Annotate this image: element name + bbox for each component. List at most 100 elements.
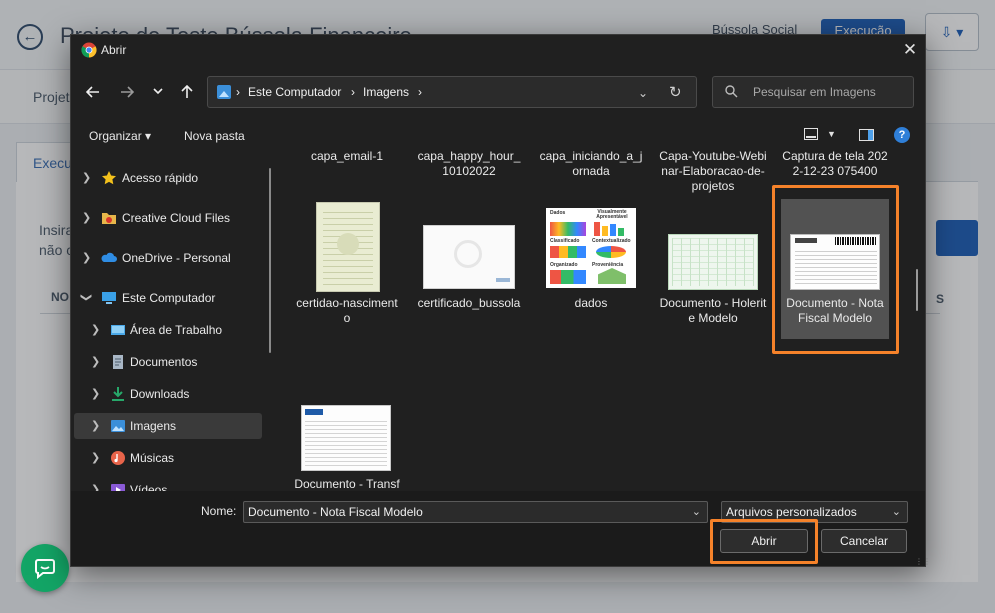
sidebar-item-creative-cloud[interactable]: ❯ Creative Cloud Files <box>74 205 262 231</box>
chat-launcher-button[interactable] <box>21 544 69 592</box>
address-history-chevron-icon[interactable]: ⌄ <box>638 86 648 100</box>
file-item-certificado[interactable]: certificado_bussola <box>415 199 523 349</box>
dados-thumb-label: Visualmente Apresentável <box>596 209 628 220</box>
sidebar-item-label: Acesso rápido <box>122 171 199 185</box>
file-list-scrollbar[interactable] <box>916 269 918 311</box>
chevron-right-icon[interactable]: ❯ <box>91 451 100 464</box>
dialog-title: Abrir <box>101 43 127 57</box>
sidebar-item-label: Creative Cloud Files <box>122 211 231 225</box>
sidebar-item-imagens[interactable]: ❯ Imagens <box>74 413 262 439</box>
view-mode-icon[interactable] <box>804 128 818 140</box>
file-item[interactable]: capa_email-1 <box>293 151 401 201</box>
organize-label: Organizar <box>89 129 142 143</box>
open-file-dialog: Abrir ✕ › Este Computador › Imagens › ⌄ … <box>70 34 931 567</box>
file-type-select[interactable]: Arquivos personalizados ⌄ <box>721 501 908 523</box>
command-bar: Organizar ▾ Nova pasta ▼ ? <box>71 121 925 151</box>
file-name: Capa-Youtube-Webinar-Elaboracao-de-proje… <box>659 151 767 193</box>
file-name: capa_email-1 <box>310 151 384 163</box>
star-icon <box>102 171 116 185</box>
file-item-dados[interactable]: Dados Visualmente Apresentável Classific… <box>537 199 645 349</box>
sidebar-item-acesso-rapido[interactable]: ❯ Acesso rápido <box>74 165 262 191</box>
chevron-right-icon[interactable]: ❯ <box>91 419 100 432</box>
pictures-icon <box>217 85 231 99</box>
nav-scrollbar[interactable] <box>269 168 271 353</box>
file-name: capa_happy_hour_10102022 <box>417 151 521 178</box>
sidebar-item-label: Este Computador <box>122 291 216 305</box>
forward-arrow-icon[interactable] <box>114 79 140 105</box>
close-icon[interactable]: ✕ <box>895 38 925 62</box>
music-icon <box>111 451 125 465</box>
file-item[interactable]: capa_happy_hour_10102022 <box>415 151 523 201</box>
transferencia-thumbnail <box>301 405 391 471</box>
navigation-pane: ❯ Acesso rápido ❯ Creative Cloud Files ❯… <box>71 151 274 491</box>
sidebar-item-este-computador[interactable]: ❯ Este Computador <box>74 285 262 311</box>
file-item-certidao[interactable]: certidao-nascimento <box>293 199 401 349</box>
dialog-titlebar: Abrir ✕ <box>71 35 925 65</box>
sidebar-item-onedrive[interactable]: ❯ OneDrive - Personal <box>74 245 262 271</box>
sidebar-item-label: Área de Trabalho <box>130 323 223 337</box>
sidebar-item-documentos[interactable]: ❯ Documentos <box>74 349 262 375</box>
chat-icon <box>35 559 55 579</box>
file-item[interactable]: capa_iniciando_a_jornada <box>537 151 645 201</box>
sidebar-item-musicas[interactable]: ❯ Músicas <box>74 445 262 471</box>
search-icon <box>725 85 738 98</box>
chevron-down-icon[interactable]: ❯ <box>80 293 93 302</box>
preview-pane-icon[interactable] <box>859 129 874 141</box>
sidebar-item-label: Músicas <box>130 451 175 465</box>
file-name-label: Nome: <box>201 504 237 518</box>
recent-locations-chevron-icon[interactable] <box>145 79 171 105</box>
file-name: Documento - Nota Fiscal Modelo <box>786 296 884 325</box>
chevron-right-icon[interactable]: ❯ <box>82 251 91 264</box>
computer-icon <box>102 292 116 304</box>
file-name: certidao-nascimento <box>296 296 398 325</box>
new-folder-button[interactable]: Nova pasta <box>184 129 245 143</box>
file-name-combobox[interactable]: ⌄ <box>243 501 708 523</box>
file-name: certificado_bussola <box>417 296 521 310</box>
chevron-right-icon[interactable]: ❯ <box>91 355 100 368</box>
sidebar-item-label: Documentos <box>130 355 198 369</box>
certificado-thumbnail <box>423 225 515 289</box>
breadcrumb-imagens[interactable]: Imagens <box>363 85 409 99</box>
address-bar[interactable]: › Este Computador › Imagens › ⌄ ↻ <box>207 76 697 108</box>
sidebar-item-downloads[interactable]: ❯ Downloads <box>74 381 262 407</box>
open-button[interactable]: Abrir <box>720 529 808 553</box>
dados-thumb-label: Classificado <box>550 238 580 244</box>
organize-menu[interactable]: Organizar ▾ <box>89 129 151 143</box>
chevron-right-icon[interactable]: ❯ <box>82 211 91 224</box>
chevron-down-icon[interactable]: ⌄ <box>692 505 701 518</box>
search-box[interactable] <box>712 76 914 108</box>
creative-cloud-folder-icon <box>102 213 116 224</box>
dados-thumb-label: Proveniência <box>592 262 624 268</box>
file-item-nota-fiscal[interactable]: Documento - Nota Fiscal Modelo <box>781 199 889 339</box>
file-item[interactable]: Capa-Youtube-Webinar-Elaboracao-de-proje… <box>659 151 767 201</box>
help-icon[interactable]: ? <box>894 127 910 143</box>
sidebar-item-label: Vídeos <box>130 483 168 491</box>
download-icon <box>112 387 124 401</box>
file-item-holerite[interactable]: Documento - Holerite Modelo <box>659 199 767 349</box>
file-name: Documento - Transferência - Modelo <box>294 477 400 491</box>
chevron-right-icon[interactable]: ❯ <box>82 171 91 184</box>
file-name: capa_iniciando_a_jornada <box>539 151 643 178</box>
chevron-down-icon: ▾ <box>145 129 152 143</box>
search-input[interactable] <box>751 83 906 101</box>
cancel-button[interactable]: Cancelar <box>821 529 907 553</box>
file-name: Documento - Holerite Modelo <box>659 296 767 325</box>
breadcrumb-este-computador[interactable]: Este Computador <box>248 85 341 99</box>
up-arrow-icon[interactable] <box>174 79 200 105</box>
file-item[interactable]: Captura de tela 2022-12-23 075400 <box>781 151 889 201</box>
chevron-right-icon[interactable]: ❯ <box>91 483 100 491</box>
file-name-input[interactable] <box>248 504 668 520</box>
file-item-transferencia[interactable]: Documento - Transferência - Modelo <box>293 401 401 491</box>
dados-thumb-label: Dados <box>550 210 566 216</box>
chevron-right-icon[interactable]: ❯ <box>91 387 100 400</box>
refresh-icon[interactable]: ↻ <box>669 83 682 101</box>
sidebar-item-area-de-trabalho[interactable]: ❯ Área de Trabalho <box>74 317 262 343</box>
sidebar-item-label: Imagens <box>130 419 177 433</box>
view-options-chevron-icon[interactable]: ▼ <box>827 129 836 139</box>
resize-grip-icon[interactable]: ⋮⋮ <box>915 557 931 566</box>
chevron-right-icon[interactable]: ❯ <box>91 323 100 336</box>
chrome-icon <box>81 42 97 58</box>
sidebar-item-videos[interactable]: ❯ Vídeos <box>74 477 262 491</box>
back-arrow-icon[interactable] <box>80 79 106 105</box>
certidao-thumbnail <box>316 202 380 292</box>
